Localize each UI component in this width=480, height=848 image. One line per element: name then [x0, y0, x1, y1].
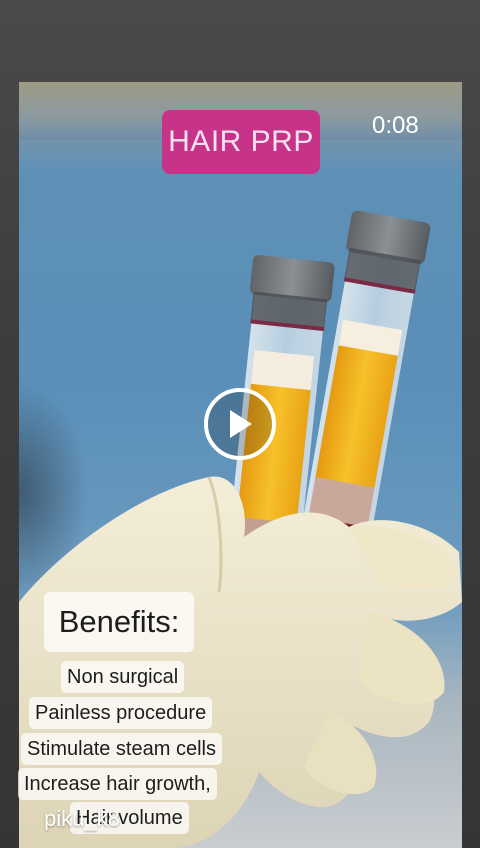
video-title-badge: HAIR PRP [162, 110, 320, 174]
author-username[interactable]: piku_k8 [44, 806, 120, 832]
benefits-heading: Benefits: [44, 592, 194, 652]
benefit-item: Increase hair growth, [18, 768, 217, 800]
benefit-item: Painless procedure [29, 697, 213, 729]
benefit-item: Stimulate steam cells [21, 733, 222, 765]
play-icon [230, 410, 252, 438]
play-button[interactable] [204, 388, 276, 460]
benefit-item: Non surgical [61, 661, 185, 693]
elapsed-time: 0:08 [372, 112, 419, 139]
